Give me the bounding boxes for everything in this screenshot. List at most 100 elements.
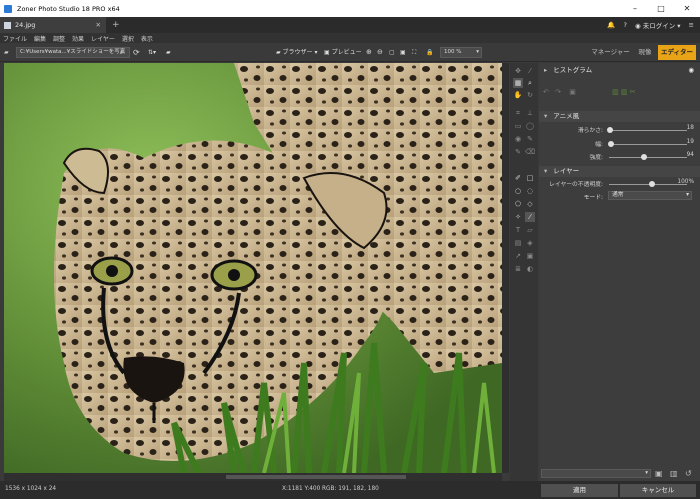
tab-image[interactable]: 24.jpg ✕ <box>0 17 106 33</box>
folder-icon[interactable]: ▰ <box>4 47 9 58</box>
minimize-button[interactable]: – <box>622 0 648 17</box>
straighten-icon[interactable]: ⟂ <box>525 108 535 118</box>
zoom-select[interactable]: 100 % ▾ <box>440 47 482 58</box>
refresh-icon[interactable]: ⟳ <box>133 47 140 58</box>
mask-icon[interactable]: ◐ <box>525 264 535 274</box>
polygon-icon[interactable]: ⬠ <box>513 199 523 209</box>
slider-value[interactable]: 19 <box>687 139 694 145</box>
zoom-icon[interactable]: ⌕ <box>525 78 535 88</box>
slider-opacity[interactable]: レイヤーの不透明度: 100% <box>539 179 700 189</box>
grid-icon[interactable]: ▦ <box>513 78 523 88</box>
new-tab-icon[interactable]: + <box>112 20 120 30</box>
brush-icon[interactable]: ✎ <box>513 147 523 157</box>
layers-icon[interactable]: ≣ <box>513 264 523 274</box>
slider-knob[interactable] <box>608 141 614 147</box>
lasso-icon[interactable]: ◌ <box>525 186 535 196</box>
menu-select[interactable]: 選択 <box>122 34 134 43</box>
maximize-button[interactable]: □ <box>648 0 674 17</box>
opacity-value[interactable]: 100% <box>677 179 694 185</box>
fit-icon[interactable]: ▢ <box>389 47 395 58</box>
close-tab-icon[interactable]: ✕ <box>96 21 101 29</box>
save-icon[interactable]: ▣ <box>655 469 663 478</box>
shape-icon[interactable]: ▱ <box>525 225 535 235</box>
rotate-icon[interactable]: ↻ <box>525 90 535 100</box>
slider-track[interactable] <box>609 157 687 158</box>
reset-icon[interactable]: ↺ <box>685 469 692 478</box>
text-icon[interactable]: T <box>513 225 523 235</box>
pen-icon[interactable]: ✐ <box>513 173 523 183</box>
zoom-in-icon[interactable]: ⊕ <box>366 47 372 58</box>
help-icon[interactable]: ? <box>624 21 627 29</box>
tab-editor[interactable]: エディター <box>658 45 696 60</box>
slider-smoothness[interactable]: 滑らかさ: 18 <box>539 125 700 135</box>
ellipse-icon[interactable]: ○ <box>513 186 523 196</box>
scroll-thumb[interactable] <box>226 475 406 479</box>
picker-icon[interactable]: ⁄ <box>525 66 535 76</box>
magic-wand-icon[interactable]: ✧ <box>513 212 523 222</box>
fill-icon[interactable]: ◈ <box>525 238 535 248</box>
redeye-icon[interactable]: ◉ <box>513 134 523 144</box>
slider-knob[interactable] <box>649 181 655 187</box>
actual-size-icon[interactable]: ▣ <box>400 47 406 58</box>
square-icon[interactable]: □ <box>525 173 535 183</box>
tab-manager[interactable]: マネージャー <box>588 45 633 60</box>
eraser-icon[interactable]: ⌫ <box>525 147 535 157</box>
menu-effects[interactable]: 効果 <box>72 34 84 43</box>
preset-select[interactable]: ▾ <box>541 469 651 478</box>
bell-icon[interactable]: 🔔 <box>607 21 615 29</box>
blend-mode-select[interactable]: 通常 ▾ <box>608 191 692 200</box>
settings-icon[interactable]: ◉ <box>688 65 694 76</box>
undo-icon[interactable]: ↶ <box>543 88 549 96</box>
browser-button[interactable]: ▰ ブラウザー ▾ <box>276 47 317 58</box>
arrow-icon[interactable]: ↗ <box>513 251 523 261</box>
slider-value[interactable]: 18 <box>687 125 694 131</box>
redo-icon[interactable]: ↷ <box>555 88 561 96</box>
image-canvas[interactable] <box>4 63 502 473</box>
menu-adjust[interactable]: 調整 <box>53 34 65 43</box>
close-button[interactable]: ✕ <box>674 0 700 17</box>
frame-icon[interactable]: ▣ <box>525 251 535 261</box>
path-field[interactable]: C:¥Users¥wata...¥スライドショーを写真 <box>16 47 130 58</box>
delete-icon[interactable]: ▥ <box>670 469 678 478</box>
hand-icon[interactable]: ✋ <box>513 90 523 100</box>
menu-layer[interactable]: レイヤー <box>91 34 115 43</box>
slider-value[interactable]: 94 <box>687 152 694 158</box>
move-icon[interactable]: ✥ <box>513 66 523 76</box>
slider-track[interactable] <box>609 130 687 131</box>
tab-develop[interactable]: 現像 <box>634 45 656 60</box>
polygon-select-icon[interactable]: ◇ <box>525 199 535 209</box>
search-icon[interactable]: ⌕ <box>120 47 123 58</box>
slider-track[interactable] <box>609 144 687 145</box>
menu-view[interactable]: 表示 <box>141 34 153 43</box>
gradient-icon[interactable]: ▤ <box>513 238 523 248</box>
menu-icon[interactable]: ≡ <box>689 21 694 29</box>
clone-icon[interactable]: ✎ <box>525 134 535 144</box>
vertical-scrollbar[interactable] <box>502 63 509 473</box>
select-rect-icon[interactable]: ▭ <box>513 121 523 131</box>
brush-select-icon[interactable]: ⁄ <box>525 212 535 222</box>
sort-icon[interactable]: ⇅▾ <box>148 47 156 58</box>
layer-header[interactable]: ▾ レイヤー <box>539 166 700 177</box>
slider-track[interactable] <box>609 184 687 185</box>
image-icon[interactable]: ▣ <box>569 88 576 96</box>
fullscreen-icon[interactable]: ⛶ <box>412 47 416 58</box>
user-menu[interactable]: ◉ 未ログイン ▾ <box>635 20 681 30</box>
menu-edit[interactable]: 編集 <box>34 34 46 43</box>
new-folder-icon[interactable]: ▰ <box>166 47 171 58</box>
compare-icon[interactable]: ▥ ▥ ✂ <box>612 88 636 96</box>
histogram-header[interactable]: ▸ ヒストグラム ◉ <box>539 65 700 76</box>
menu-file[interactable]: ファイル <box>3 34 27 43</box>
slider-width[interactable]: 幅: 19 <box>539 139 700 149</box>
horizontal-scrollbar[interactable] <box>4 473 502 481</box>
lock-icon[interactable]: 🔒 <box>426 47 433 58</box>
slider-knob[interactable] <box>641 154 647 160</box>
zoom-out-icon[interactable]: ⊖ <box>377 47 383 58</box>
preview-button[interactable]: ▣ プレビュー <box>324 47 362 58</box>
slider-knob[interactable] <box>607 127 613 133</box>
apply-button[interactable]: 適用 <box>541 484 618 497</box>
cancel-button[interactable]: キャンセル <box>620 484 696 497</box>
crop-icon[interactable]: ⌗ <box>513 108 523 118</box>
slider-strength[interactable]: 強度: 94 <box>539 152 700 162</box>
select-ellipse-icon[interactable]: ◯ <box>525 121 535 131</box>
anime-header[interactable]: ▾ アニメ風 <box>539 111 700 122</box>
